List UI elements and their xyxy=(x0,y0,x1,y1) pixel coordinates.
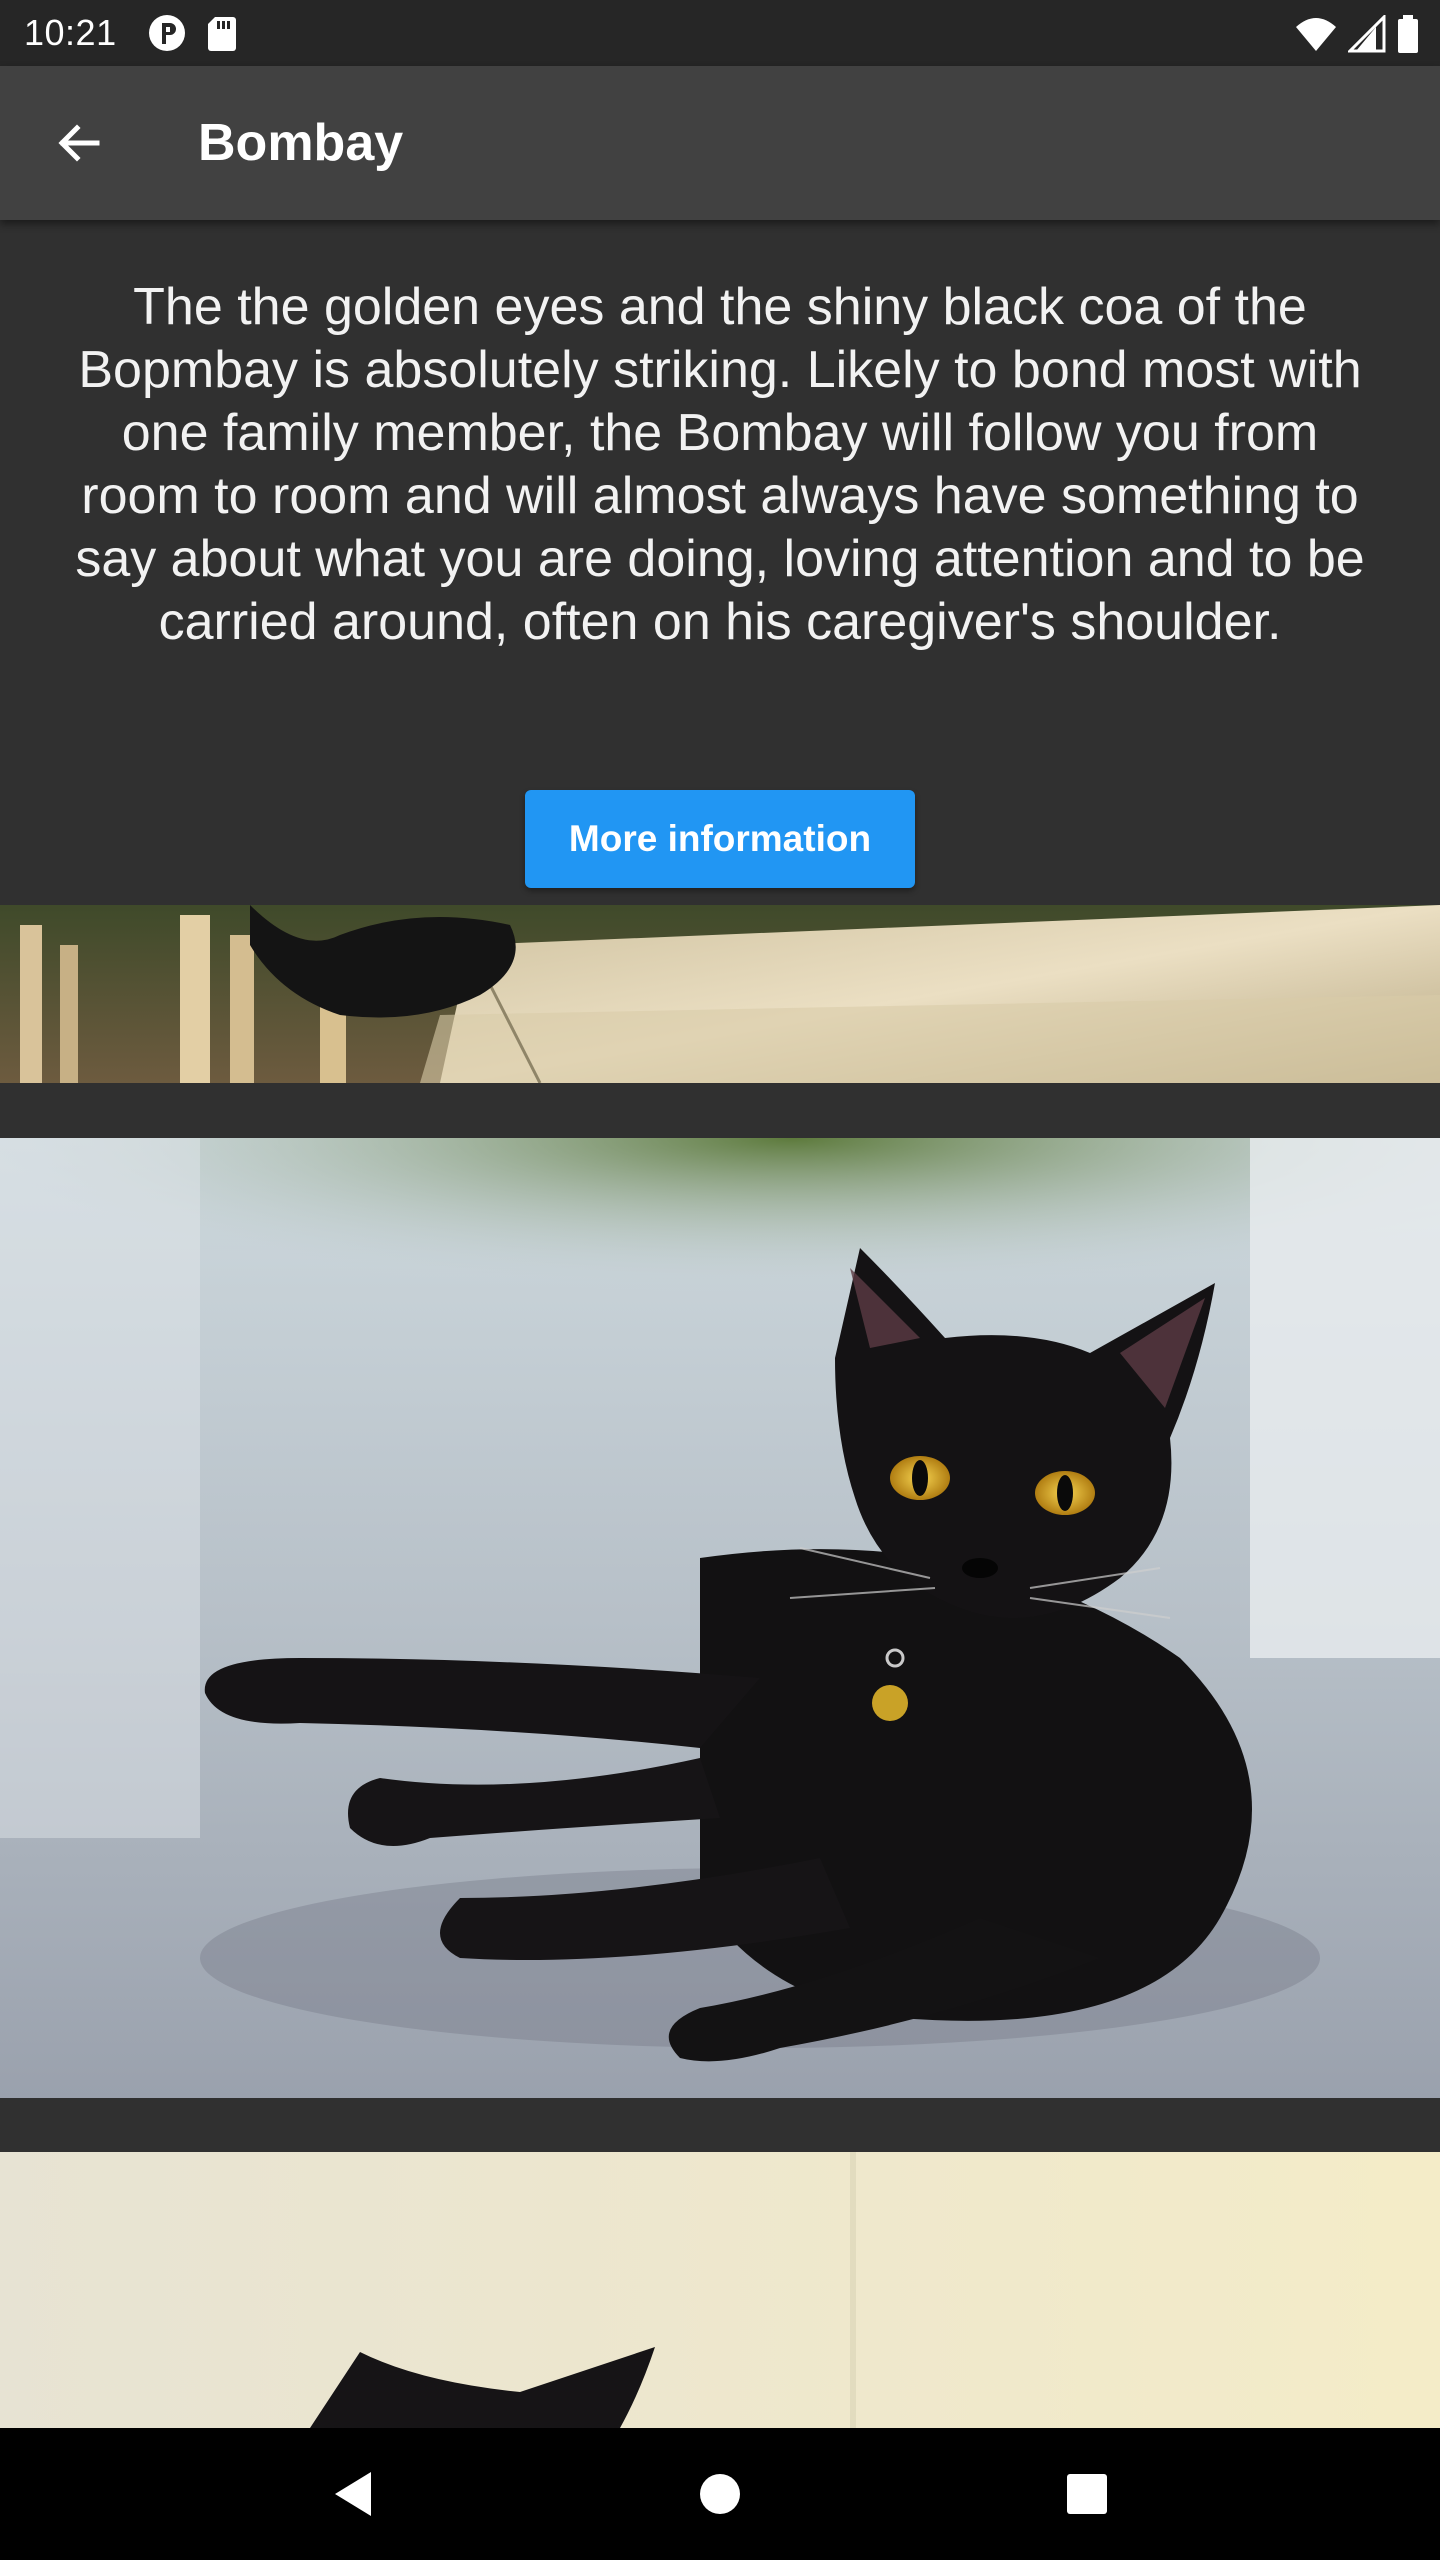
cat-ears-image xyxy=(0,2152,1440,2428)
status-left-icons xyxy=(147,13,239,53)
signal-icon xyxy=(1348,15,1386,53)
cat-paw-image xyxy=(0,905,1440,1083)
cat-photo xyxy=(0,2152,1440,2428)
p-icon xyxy=(148,15,185,51)
breed-description: The the golden eyes and the shiny black … xyxy=(75,278,1365,651)
app-bar: Bombay xyxy=(0,66,1440,220)
recents-square-icon xyxy=(1066,2474,1107,2514)
battery-icon xyxy=(1398,15,1418,53)
content-scroll[interactable]: The the golden eyes and the shiny black … xyxy=(0,220,1440,2428)
bombay-cat-image xyxy=(0,1138,1440,2098)
system-nav-bar xyxy=(0,2428,1440,2560)
nav-back-button[interactable] xyxy=(303,2444,403,2544)
page-title: Bombay xyxy=(198,114,404,172)
home-circle-icon xyxy=(699,2474,740,2514)
status-right-icons xyxy=(1294,14,1420,54)
cat-photo xyxy=(0,905,1440,1083)
nav-recents-button[interactable] xyxy=(1037,2444,1137,2544)
cat-photo xyxy=(0,1138,1440,2098)
back-triangle-icon xyxy=(335,2472,372,2516)
status-time: 10:21 xyxy=(24,12,117,53)
more-information-button[interactable]: More information xyxy=(525,790,915,888)
sd-card-icon xyxy=(207,17,236,51)
back-button[interactable] xyxy=(28,93,128,193)
arrow-back-icon xyxy=(58,124,100,162)
status-bar: 10:21 xyxy=(0,0,1440,66)
nav-home-button[interactable] xyxy=(670,2444,770,2544)
wifi-icon xyxy=(1296,18,1336,51)
